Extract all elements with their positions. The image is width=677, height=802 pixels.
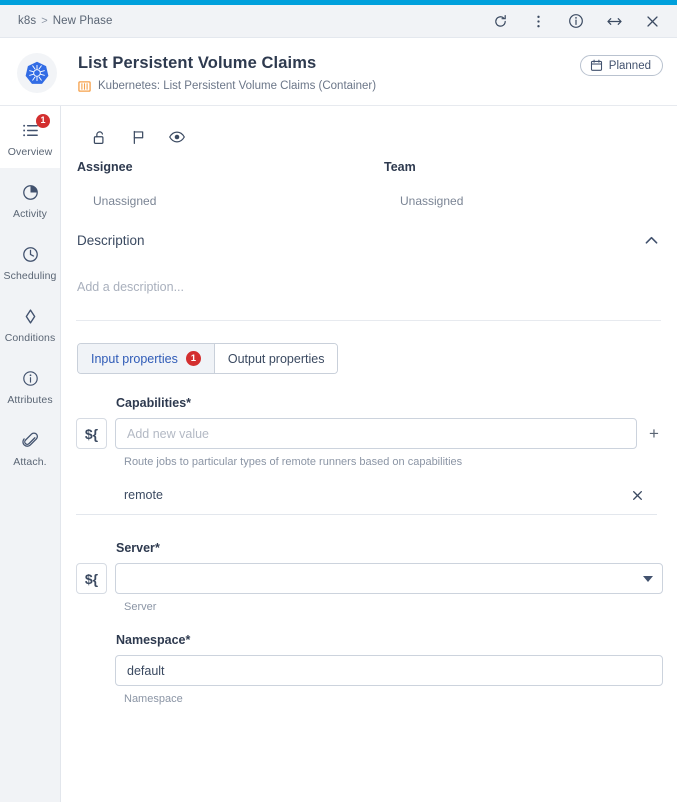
- sidebar-label-activity: Activity: [12, 207, 48, 220]
- window-header: k8s > New Phase: [0, 5, 677, 38]
- subtitle-row: Kubernetes: List Persistent Volume Claim…: [78, 80, 580, 93]
- info-icon[interactable]: [567, 12, 585, 30]
- namespace-label-text: Namespace: [116, 633, 186, 647]
- eye-icon[interactable]: [167, 127, 187, 147]
- sidebar-label-conditions: Conditions: [4, 331, 56, 344]
- list-icon: 1: [19, 113, 50, 142]
- assignee-value[interactable]: Unassigned: [93, 194, 369, 208]
- server-select[interactable]: [115, 563, 663, 594]
- paperclip-icon: [19, 430, 41, 452]
- capabilities-add-button[interactable]: +: [645, 425, 663, 443]
- capabilities-required-marker: *: [186, 396, 192, 410]
- form-gap-1: [76, 519, 663, 541]
- status-badge[interactable]: Planned: [579, 55, 663, 76]
- capabilities-input[interactable]: [115, 418, 637, 449]
- namespace-required-marker: *: [185, 633, 191, 647]
- refresh-icon[interactable]: [491, 12, 509, 30]
- namespace-input-line: [76, 655, 663, 686]
- assignee-label: Assignee: [77, 160, 133, 174]
- tab-output-properties-label: Output properties: [227, 351, 325, 366]
- breadcrumb: k8s > New Phase: [18, 15, 112, 27]
- sidebar-item-attach[interactable]: Attach.: [0, 416, 60, 478]
- server-help-text: Server: [124, 601, 157, 613]
- tab-output-properties[interactable]: Output properties: [214, 344, 338, 373]
- sidebar-item-scheduling[interactable]: Scheduling: [0, 230, 60, 292]
- kubernetes-logo-icon: [17, 53, 57, 93]
- calendar-icon: [590, 59, 603, 72]
- title-block: List Persistent Volume Claims Kubernetes…: [0, 38, 677, 105]
- capabilities-label: Capabilities*: [76, 396, 663, 410]
- status-badge-label: Planned: [608, 59, 651, 72]
- clock-icon: [19, 244, 41, 266]
- more-menu-icon[interactable]: [529, 12, 547, 30]
- capabilities-label-text: Capabilities: [116, 396, 187, 410]
- namespace-input[interactable]: [115, 655, 663, 686]
- description-title: Description: [77, 232, 145, 248]
- info-circle-icon: [19, 368, 41, 390]
- tab-input-properties-badge: 1: [185, 351, 201, 366]
- sidebar-item-attributes[interactable]: Attributes: [0, 354, 60, 416]
- form-gap-2: [76, 617, 663, 633]
- page-subtitle: Kubernetes: List Persistent Volume Claim…: [98, 80, 377, 93]
- sidebar-label-scheduling: Scheduling: [3, 269, 57, 282]
- field-server: Server* ${ Server: [76, 541, 663, 613]
- breadcrumb-current[interactable]: New Phase: [53, 15, 113, 27]
- team-label: Team: [384, 160, 416, 174]
- body: 1 Overview Activity Scheduling Condition…: [0, 105, 677, 802]
- tabs-wrap: Input properties 1 Output properties: [61, 321, 677, 374]
- task-detail-panel: k8s > New Phase List Persistent Volume C…: [0, 0, 677, 802]
- activity-pie-icon: [19, 182, 41, 204]
- resize-horizontal-icon[interactable]: [605, 12, 623, 30]
- flag-icon[interactable]: [128, 127, 148, 147]
- page-title: List Persistent Volume Claims: [78, 54, 317, 72]
- tab-input-properties[interactable]: Input properties 1: [78, 344, 215, 373]
- team-value[interactable]: Unassigned: [400, 194, 677, 208]
- server-input-line: ${: [76, 563, 663, 594]
- breadcrumb-separator: >: [41, 15, 48, 27]
- capabilities-value-row: remote: [76, 487, 657, 515]
- diamond-icon: [19, 306, 41, 328]
- breadcrumb-root[interactable]: k8s: [18, 15, 36, 27]
- properties-tabs: Input properties 1 Output properties: [77, 343, 339, 374]
- capabilities-help-text: Route jobs to particular types of remote…: [124, 456, 463, 468]
- capabilities-input-line: ${ +: [76, 418, 663, 449]
- properties-form: Capabilities* ${ + Route jobs to particu…: [61, 374, 677, 705]
- sidebar-badge-overview: 1: [36, 113, 50, 128]
- server-label-text: Server: [116, 541, 155, 555]
- description-header: Description: [76, 230, 661, 250]
- namespace-help-text: Namespace: [124, 693, 183, 705]
- content: Assignee Unassigned Team Unassigned Desc…: [61, 106, 677, 802]
- lock-open-icon[interactable]: [89, 127, 109, 147]
- chevron-up-icon[interactable]: [641, 230, 661, 250]
- content-toolbar: [61, 106, 677, 152]
- team-field: Team Unassigned: [369, 160, 677, 208]
- close-icon[interactable]: [643, 12, 661, 30]
- window-actions: [491, 12, 667, 30]
- title-texts: List Persistent Volume Claims Kubernetes…: [78, 52, 580, 93]
- container-icon: [78, 80, 91, 93]
- server-select-wrap: [115, 563, 663, 594]
- server-label: Server*: [76, 541, 663, 555]
- server-expression-button[interactable]: ${: [76, 563, 107, 594]
- sidebar-label-overview: Overview: [7, 145, 53, 158]
- sidebar-label-attach: Attach.: [13, 455, 47, 468]
- capabilities-expression-button[interactable]: ${: [76, 418, 107, 449]
- capabilities-value-text: remote: [124, 488, 163, 502]
- sidebar-item-activity[interactable]: Activity: [0, 168, 60, 230]
- assignee-field: Assignee Unassigned: [61, 160, 369, 208]
- field-namespace: Namespace* Namespace: [76, 633, 663, 705]
- field-capabilities: Capabilities* ${ + Route jobs to particu…: [76, 396, 663, 515]
- description-section: Description Add a description...: [61, 230, 677, 321]
- server-required-marker: *: [154, 541, 160, 555]
- sidebar: 1 Overview Activity Scheduling Condition…: [0, 106, 61, 802]
- namespace-label: Namespace*: [76, 633, 663, 647]
- capabilities-value-remove-icon[interactable]: [629, 487, 645, 503]
- description-placeholder[interactable]: Add a description...: [76, 280, 661, 294]
- tab-input-properties-label: Input properties: [91, 351, 178, 366]
- sidebar-item-conditions[interactable]: Conditions: [0, 292, 60, 354]
- meta-row: Assignee Unassigned Team Unassigned: [61, 152, 677, 208]
- sidebar-item-overview[interactable]: 1 Overview: [0, 106, 60, 168]
- sidebar-label-attributes: Attributes: [7, 393, 53, 406]
